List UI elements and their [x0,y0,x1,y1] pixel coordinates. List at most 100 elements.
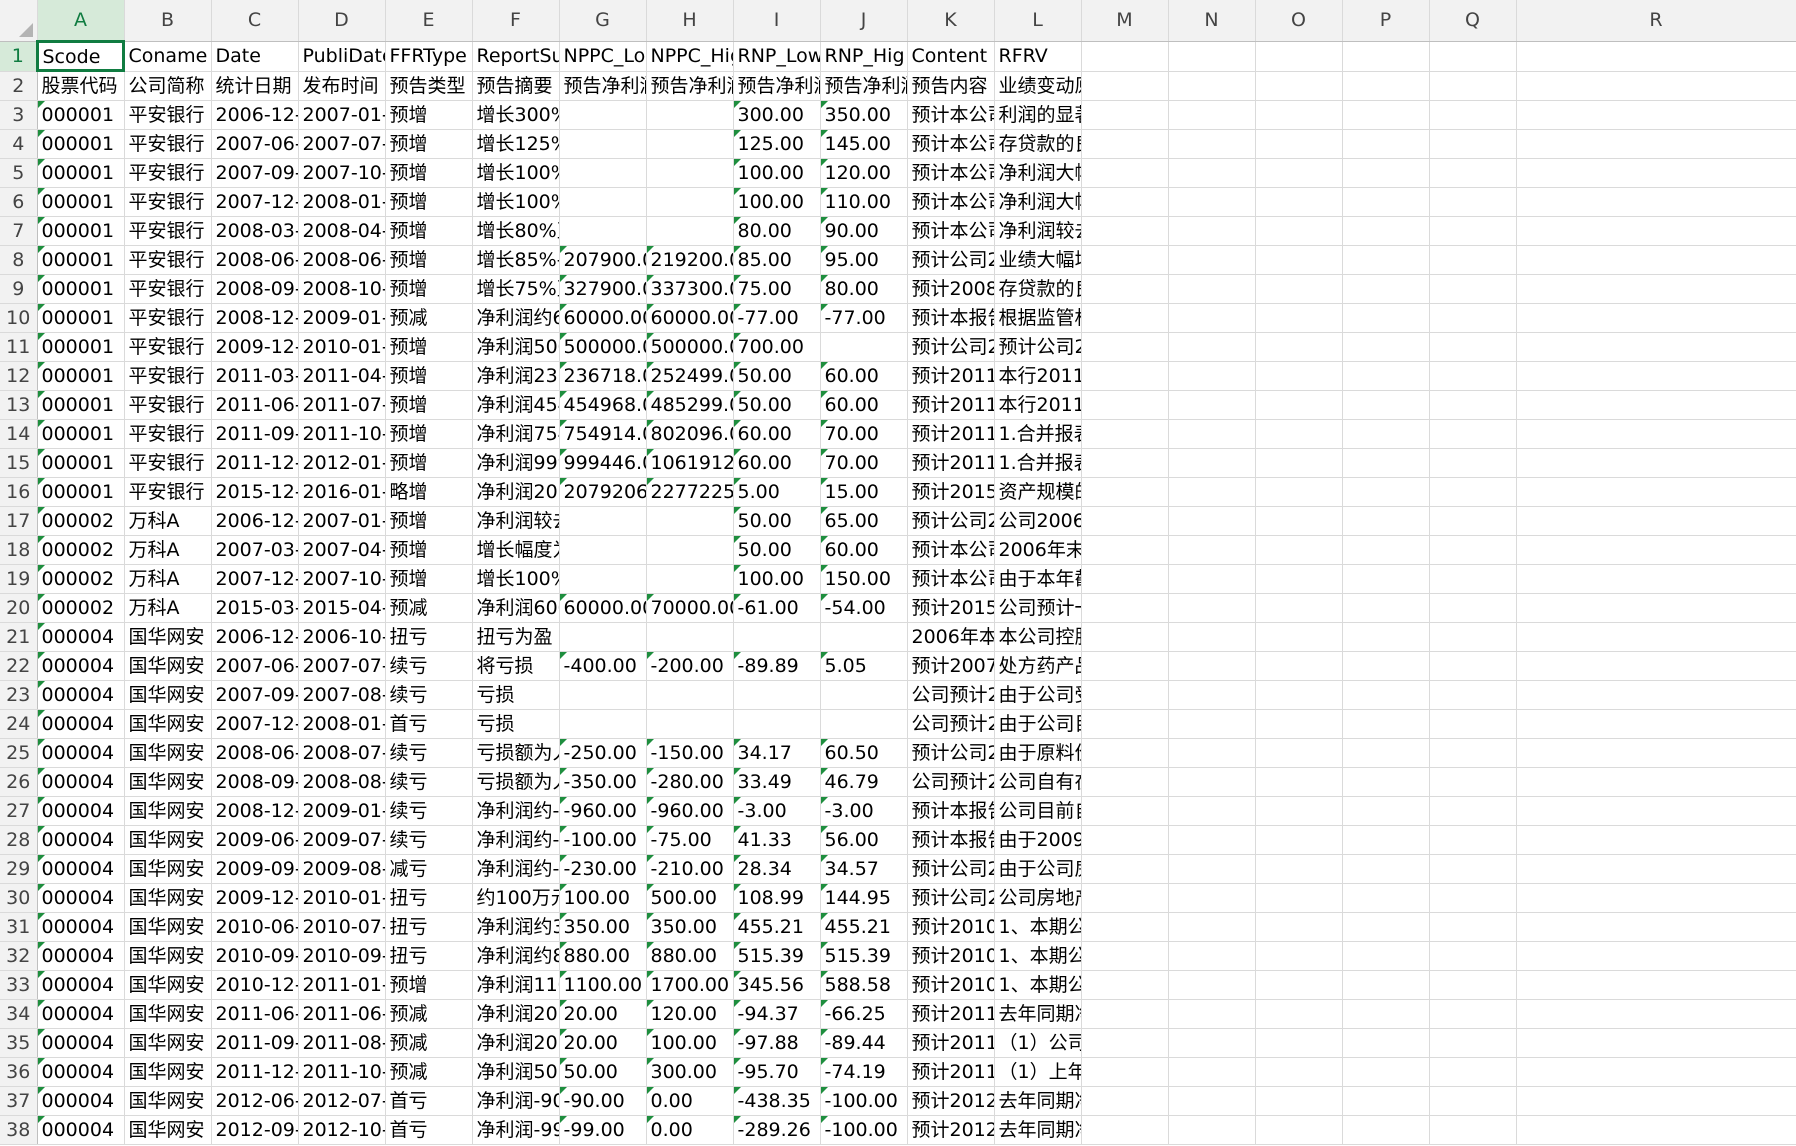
cell-h12[interactable]: 252499.00 [646,361,734,391]
cell-n2[interactable] [1168,71,1256,101]
cell-l4[interactable]: 存贷款的良好的增长、利差的改善、中间业务收入的增加及有效税率 [994,129,1082,159]
row-header[interactable]: 29 [0,854,38,884]
cell-c10[interactable]: 2008-12-31 [211,303,299,333]
cell-n37[interactable] [1168,1086,1256,1116]
cell-m27[interactable] [1081,796,1169,826]
cell-b26[interactable]: 国华网安 [124,767,212,797]
cell-e30[interactable]: 扭亏 [385,883,473,913]
row-header[interactable]: 7 [0,216,38,246]
cell-f28[interactable]: 净利润约- [472,825,560,855]
cell-n17[interactable] [1168,506,1256,536]
cell-o26[interactable] [1255,767,1343,797]
cell-d14[interactable]: 2011-10-15 [298,419,386,449]
cell-f21[interactable]: 扭亏为盈 [472,622,560,652]
cell-o14[interactable] [1255,419,1343,449]
cell-f20[interactable]: 净利润600 [472,593,560,623]
cell-b18[interactable]: 万科A [124,535,212,565]
cell-g31[interactable]: 350.00 [559,912,647,942]
cell-h27[interactable]: -960.00 [646,796,734,826]
cell-j18[interactable]: 60.00 [820,535,908,565]
cell-c35[interactable]: 2011-09-30 [211,1028,299,1058]
cell-c37[interactable]: 2012-06-30 [211,1086,299,1116]
cell-a30[interactable]: 000004 [37,883,125,913]
cell-c32[interactable]: 2010-09-30 [211,941,299,971]
cell-h30[interactable]: 500.00 [646,883,734,913]
cell-r17[interactable] [1516,506,1796,536]
cell-i28[interactable]: 41.33 [733,825,821,855]
cell-b33[interactable]: 国华网安 [124,970,212,1000]
cell-o21[interactable] [1255,622,1343,652]
cell-r14[interactable] [1516,419,1796,449]
cell-b17[interactable]: 万科A [124,506,212,536]
cell-e6[interactable]: 预增 [385,187,473,217]
cell-r35[interactable] [1516,1028,1796,1058]
cell-r18[interactable] [1516,535,1796,565]
cell-k6[interactable]: 预计本公司 [907,187,995,217]
cell-k24[interactable]: 公司预计2 [907,709,995,739]
cell-g32[interactable]: 880.00 [559,941,647,971]
cell-p2[interactable] [1342,71,1430,101]
cell-j32[interactable]: 515.39 [820,941,908,971]
cell-d6[interactable]: 2008-01-18 [298,187,386,217]
cell-r38[interactable] [1516,1115,1796,1145]
cell-h24[interactable] [646,709,734,739]
cell-r13[interactable] [1516,390,1796,420]
cell-r9[interactable] [1516,274,1796,304]
cell-m8[interactable] [1081,245,1169,275]
cell-j20[interactable]: -54.00 [820,593,908,623]
cell-b27[interactable]: 国华网安 [124,796,212,826]
cell-a25[interactable]: 000004 [37,738,125,768]
cell-d35[interactable]: 2011-08-27 [298,1028,386,1058]
cell-i2[interactable]: 预告净利润 [733,71,821,101]
cell-i11[interactable]: 700.00 [733,332,821,362]
cell-h32[interactable]: 880.00 [646,941,734,971]
cell-d27[interactable]: 2009-01-20 [298,796,386,826]
cell-p16[interactable] [1342,477,1430,507]
cell-q9[interactable] [1429,274,1517,304]
cell-f16[interactable]: 净利润207 [472,477,560,507]
cell-g17[interactable] [559,506,647,536]
cell-r19[interactable] [1516,564,1796,594]
cell-d24[interactable]: 2008-01-05 [298,709,386,739]
cell-m36[interactable] [1081,1057,1169,1087]
cell-r2[interactable] [1516,71,1796,101]
cell-e34[interactable]: 预减 [385,999,473,1029]
cell-f4[interactable]: 增长125%- [472,129,560,159]
cell-k1[interactable]: Content [907,41,995,72]
cell-m16[interactable] [1081,477,1169,507]
cell-i4[interactable]: 125.00 [733,129,821,159]
cell-d37[interactable]: 2012-07-06 [298,1086,386,1116]
cell-o17[interactable] [1255,506,1343,536]
cell-b11[interactable]: 平安银行 [124,332,212,362]
cell-b6[interactable]: 平安银行 [124,187,212,217]
cell-l34[interactable]: 去年同期净利润3,555,210.56元，其中坏帐损失冲回2,720,000元，… [994,999,1082,1029]
column-header-i[interactable]: I [733,0,821,42]
cell-r16[interactable] [1516,477,1796,507]
cell-g28[interactable]: -100.00 [559,825,647,855]
cell-o27[interactable] [1255,796,1343,826]
cell-g24[interactable] [559,709,647,739]
cell-l37[interactable]: 去年同期净利润266,016.91元，本期山东华泰制药公司人工成本费用比 [994,1086,1082,1116]
cell-g10[interactable]: 60000.00 [559,303,647,333]
cell-m33[interactable] [1081,970,1169,1000]
row-header[interactable]: 3 [0,100,38,130]
cell-r34[interactable] [1516,999,1796,1029]
cell-h5[interactable] [646,158,734,188]
cell-e13[interactable]: 预增 [385,390,473,420]
row-header[interactable]: 27 [0,796,38,826]
cell-m23[interactable] [1081,680,1169,710]
cell-o2[interactable] [1255,71,1343,101]
cell-a13[interactable]: 000001 [37,390,125,420]
cell-p38[interactable] [1342,1115,1430,1145]
cell-g21[interactable] [559,622,647,652]
cell-c36[interactable]: 2011-12-31 [211,1057,299,1087]
cell-a5[interactable]: 000001 [37,158,125,188]
cell-j31[interactable]: 455.21 [820,912,908,942]
cell-j14[interactable]: 70.00 [820,419,908,449]
cell-l38[interactable]: 去年同期净利润523,100.96元，2012年1-3季度业绩与去年同期相比，预 [994,1115,1082,1145]
cell-d3[interactable]: 2007-01-26 [298,100,386,130]
cell-j17[interactable]: 65.00 [820,506,908,536]
cell-d32[interactable]: 2010-09-29 [298,941,386,971]
cell-p30[interactable] [1342,883,1430,913]
row-header[interactable]: 25 [0,738,38,768]
